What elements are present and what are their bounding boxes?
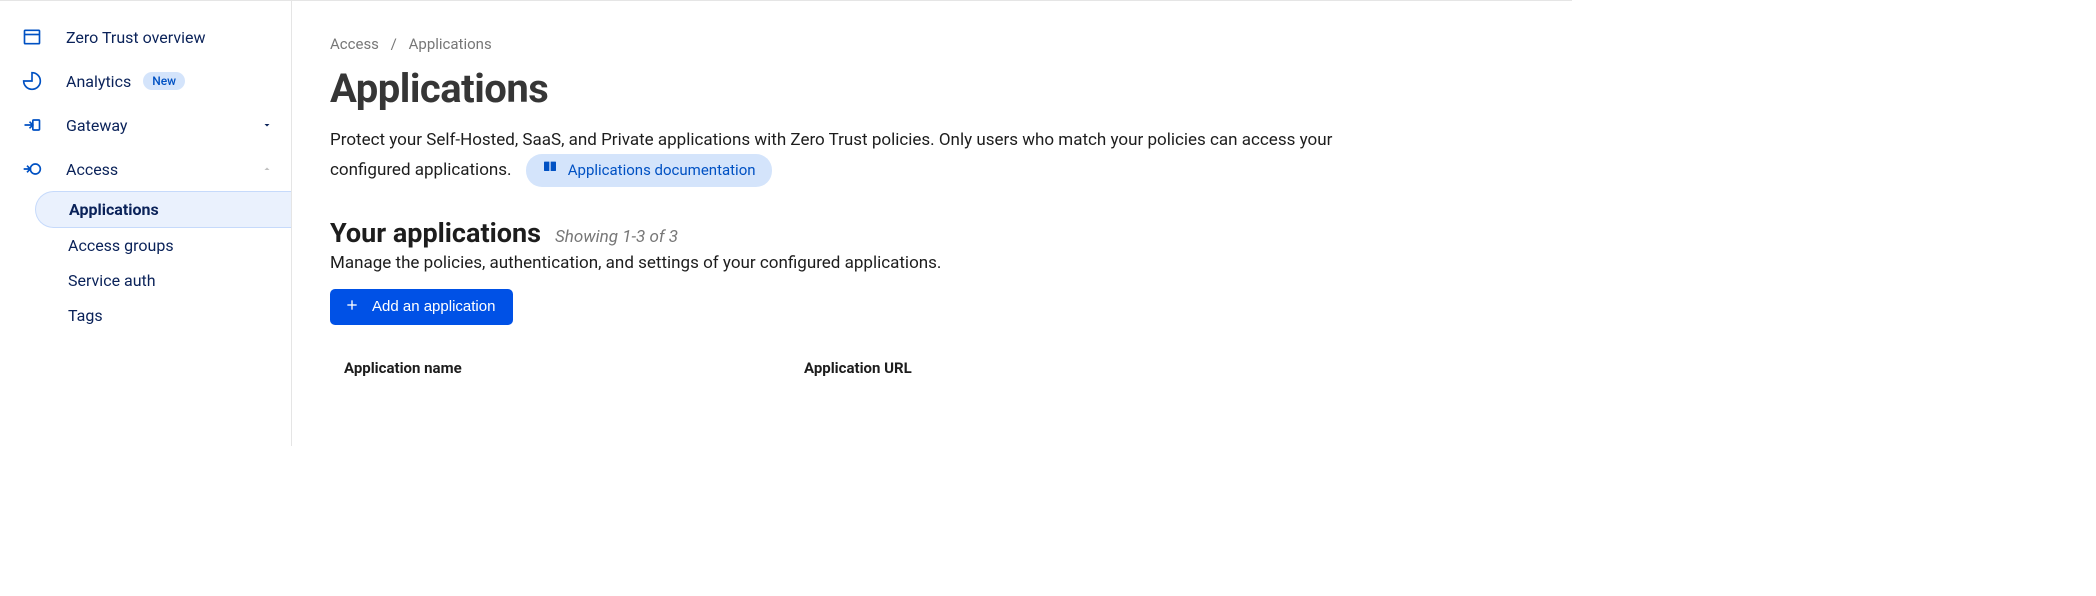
book-icon bbox=[542, 158, 558, 183]
sidebar-item-gateway[interactable]: Gateway bbox=[0, 103, 291, 147]
section-description: Manage the policies, authentication, and… bbox=[330, 253, 1572, 273]
page-description: Protect your Self-Hosted, SaaS, and Priv… bbox=[330, 126, 1390, 187]
sidebar-item-applications[interactable]: Applications bbox=[35, 191, 291, 228]
section-title: Your applications bbox=[330, 217, 541, 249]
nav-label: Access bbox=[66, 160, 118, 179]
window-icon bbox=[20, 25, 44, 49]
column-header-url[interactable]: Application URL bbox=[804, 359, 912, 377]
sidebar-item-access[interactable]: Access bbox=[0, 147, 291, 191]
chevron-up-icon bbox=[261, 160, 273, 179]
sidebar: Zero Trust overview Analytics New Gatewa… bbox=[0, 0, 292, 446]
sidebar-item-tags[interactable]: Tags bbox=[50, 298, 291, 333]
plus-icon bbox=[344, 297, 360, 317]
nav-label: Analytics bbox=[66, 72, 131, 91]
sidebar-item-access-groups[interactable]: Access groups bbox=[50, 228, 291, 263]
chevron-down-icon bbox=[261, 116, 273, 135]
section-count: Showing 1-3 of 3 bbox=[555, 227, 678, 247]
main-content: Access / Applications Applications Prote… bbox=[292, 0, 1572, 446]
page-title: Applications bbox=[330, 65, 1572, 112]
access-icon bbox=[20, 157, 44, 181]
gateway-icon bbox=[20, 113, 44, 137]
add-application-button[interactable]: Add an application bbox=[330, 289, 513, 325]
breadcrumb: Access / Applications bbox=[330, 35, 1572, 53]
section-header: Your applications Showing 1-3 of 3 bbox=[330, 217, 1572, 249]
documentation-link[interactable]: Applications documentation bbox=[526, 154, 772, 187]
sub-nav-access: Applications Access groups Service auth … bbox=[0, 191, 291, 333]
breadcrumb-separator: / bbox=[391, 35, 397, 53]
new-badge: New bbox=[143, 72, 185, 90]
column-header-name[interactable]: Application name bbox=[344, 359, 804, 377]
nav-label: Zero Trust overview bbox=[66, 28, 205, 47]
table-header: Application name Application URL bbox=[330, 359, 1572, 377]
breadcrumb-current: Applications bbox=[409, 35, 492, 53]
sidebar-item-service-auth[interactable]: Service auth bbox=[50, 263, 291, 298]
sidebar-item-overview[interactable]: Zero Trust overview bbox=[0, 15, 291, 59]
pie-icon bbox=[20, 69, 44, 93]
breadcrumb-parent[interactable]: Access bbox=[330, 35, 379, 53]
sidebar-item-analytics[interactable]: Analytics New bbox=[0, 59, 291, 103]
nav-label: Gateway bbox=[66, 116, 128, 135]
